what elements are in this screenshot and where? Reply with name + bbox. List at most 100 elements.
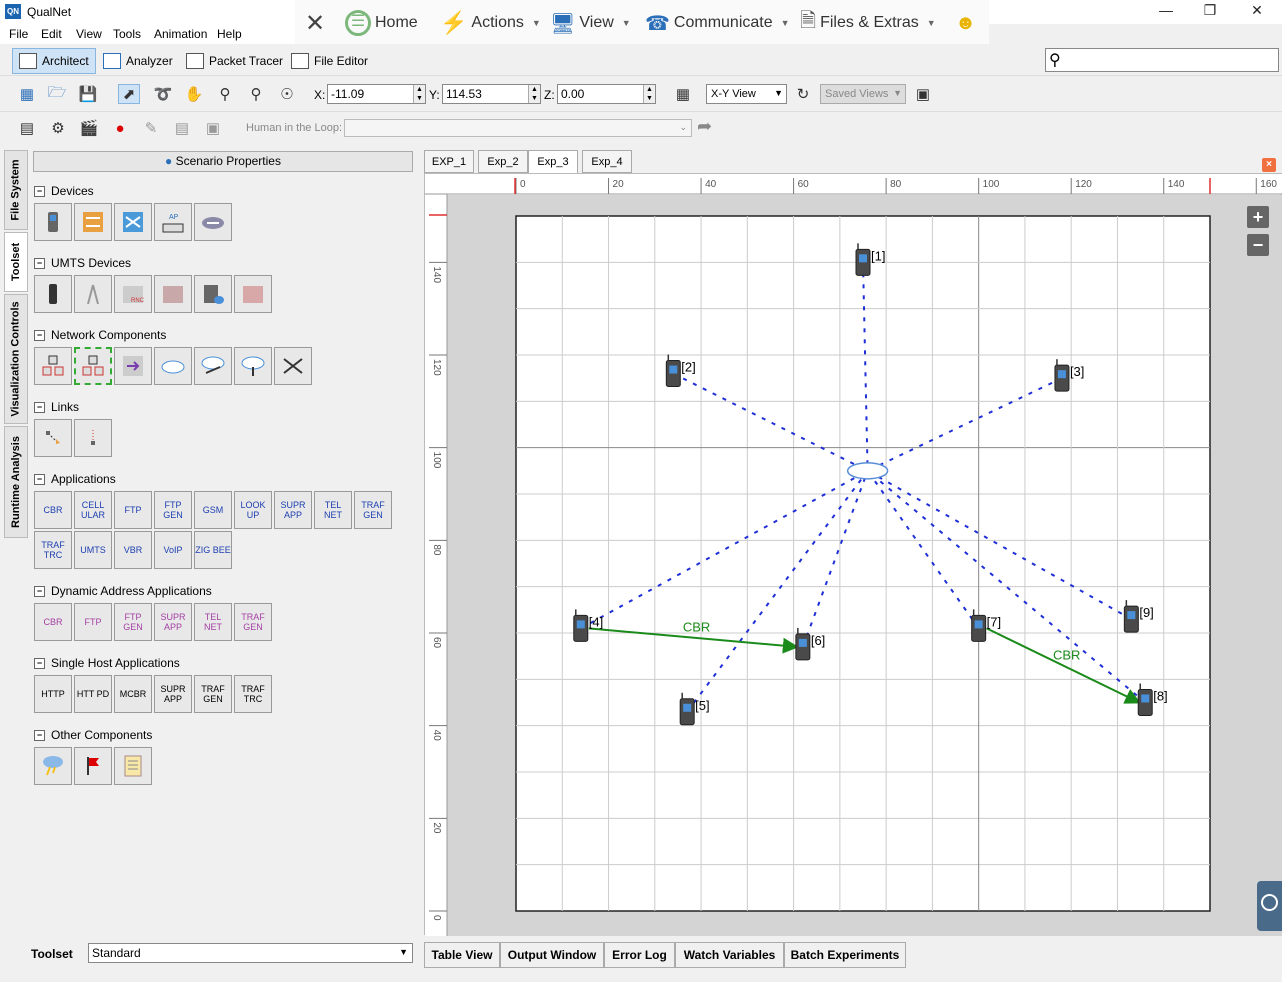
record-icon[interactable]: ● — [109, 118, 131, 138]
side-panel-toggle[interactable] — [1257, 881, 1282, 931]
y-coordinate-field[interactable]: 114.53 ▲ ▼ — [442, 84, 541, 104]
tab-output-window[interactable]: Output Window — [500, 942, 604, 968]
save-view-icon[interactable]: ▣ — [912, 84, 934, 104]
bar-chart-icon[interactable]: ▤ — [171, 118, 193, 138]
app-tool-look-up[interactable]: LOOK UP — [234, 491, 272, 529]
menu-help[interactable]: Help — [217, 27, 242, 41]
app-tool-cbr[interactable]: CBR — [34, 491, 72, 529]
select-pointer-icon[interactable]: ⬈ — [118, 84, 140, 104]
collapse-icon[interactable]: − — [34, 729, 45, 741]
app-tool-ftp-gen[interactable]: FTP GEN — [114, 603, 152, 641]
refresh-icon[interactable]: ↻ — [792, 84, 814, 104]
run-settings-icon[interactable]: ▤ — [16, 118, 38, 138]
analyzer-button[interactable]: Analyzer — [97, 48, 179, 74]
umts-ggsn-tool[interactable] — [234, 275, 272, 313]
app-tool-traf-gen[interactable]: TRAF GEN — [234, 603, 272, 641]
communicate-button[interactable]: ☎ Communicate ▼ — [645, 12, 790, 35]
flag-tool[interactable] — [74, 747, 112, 785]
home-button[interactable]: ☰ Home — [345, 10, 418, 36]
hierarchy-selected-tool[interactable] — [74, 347, 112, 385]
hub-device-tool[interactable] — [114, 203, 152, 241]
weather-tool[interactable] — [34, 747, 72, 785]
collapse-icon[interactable]: − — [34, 473, 45, 485]
app-tool-htt-pd[interactable]: HTT PD — [74, 675, 112, 713]
app-tool-http[interactable]: HTTP — [34, 675, 72, 713]
collapse-icon[interactable]: − — [34, 401, 45, 413]
umts-phone-tool[interactable] — [34, 275, 72, 313]
umts-hlr-tool[interactable] — [194, 275, 232, 313]
switch-device-tool[interactable] — [74, 203, 112, 241]
send-icon[interactable]: ➦ — [697, 116, 712, 137]
access-point-tool[interactable]: AP — [154, 203, 192, 241]
rotate-axis-icon[interactable]: ☉ — [276, 84, 298, 104]
section-links[interactable]: − Links — [34, 400, 79, 414]
app-tool-tel-net[interactable]: TEL NET — [314, 491, 352, 529]
gear-icon[interactable]: ⚙ — [47, 118, 69, 138]
edit-icon[interactable]: ✎ — [140, 118, 162, 138]
app-tool-cell-ular[interactable]: CELL ULAR — [74, 491, 112, 529]
collapse-icon[interactable]: − — [34, 585, 45, 597]
app-tool-supr-app[interactable]: SUPR APP — [274, 491, 312, 529]
section-devices[interactable]: − Devices — [34, 184, 94, 198]
menu-animation[interactable]: Animation — [154, 27, 207, 41]
human-in-the-loop-select[interactable]: ⌄ — [344, 119, 692, 137]
collapse-icon[interactable]: − — [34, 185, 45, 197]
umts-rnc-tool[interactable]: RNC — [114, 275, 152, 313]
close-x-icon[interactable]: ✕ — [305, 10, 325, 37]
app-tool-umts[interactable]: UMTS — [74, 531, 112, 569]
tab-visualization-controls[interactable]: Visualization Controls — [4, 294, 28, 424]
hierarchy-tool[interactable] — [34, 347, 72, 385]
spinner-icon[interactable]: ▲ ▼ — [413, 85, 425, 103]
close-icon[interactable]: ✕ — [1237, 2, 1277, 19]
app-tool-supr-app[interactable]: SUPR APP — [154, 603, 192, 641]
app-tool-vbr[interactable]: VBR — [114, 531, 152, 569]
app-tool-voip[interactable]: VoIP — [154, 531, 192, 569]
file-editor-button[interactable]: File Editor — [285, 48, 374, 74]
open-folder-icon[interactable]: 🗁 — [46, 84, 68, 104]
grid-settings-icon[interactable]: ▦ — [672, 84, 694, 104]
tab-file-system[interactable]: File System — [4, 150, 28, 230]
tab-watch-variables[interactable]: Watch Variables — [675, 942, 784, 968]
app-tool-ftp[interactable]: FTP — [74, 603, 112, 641]
menu-file[interactable]: File — [9, 27, 28, 41]
app-tool-zig-bee[interactable]: ZIG BEE — [194, 531, 232, 569]
app-tool-traf-gen[interactable]: TRAF GEN — [194, 675, 232, 713]
collapse-icon[interactable]: − — [34, 657, 45, 669]
scenario-properties-button[interactable]: ● Scenario Properties — [33, 151, 413, 172]
smiley-icon[interactable]: ☻ — [955, 12, 976, 34]
clapperboard-icon[interactable]: 🎬 — [78, 118, 100, 138]
tab-batch-experiments[interactable]: Batch Experiments — [784, 942, 906, 968]
z-coordinate-field[interactable]: 0.00 ▲ ▼ — [557, 84, 656, 104]
app-tool-traf-gen[interactable]: TRAF GEN — [354, 491, 392, 529]
app-tool-tel-net[interactable]: TEL NET — [194, 603, 232, 641]
tab-runtime-analysis[interactable]: Runtime Analysis — [4, 426, 28, 538]
satellite-cloud-tool[interactable] — [194, 347, 232, 385]
zoom-icon[interactable]: ⚲ — [214, 84, 236, 104]
tab-error-log[interactable]: Error Log — [604, 942, 675, 968]
section-applications[interactable]: − Applications — [34, 472, 116, 486]
restore-icon[interactable]: ❐ — [1190, 2, 1230, 19]
x-coordinate-field[interactable]: -11.09 ▲ ▼ — [327, 84, 426, 104]
tab-exp-3[interactable]: Exp_3 — [528, 150, 578, 174]
section-single-host-applications[interactable]: − Single Host Applications — [34, 656, 180, 670]
wireless-cloud-tool[interactable] — [234, 347, 272, 385]
architect-button[interactable]: Architect — [12, 48, 96, 74]
tab-toolset[interactable]: Toolset — [4, 232, 28, 292]
spinner-icon[interactable]: ▲ ▼ — [643, 85, 655, 103]
menu-tools[interactable]: Tools — [113, 27, 141, 41]
arrow-box-tool[interactable] — [114, 347, 152, 385]
collapse-icon[interactable]: − — [34, 329, 45, 341]
app-tool-mcbr[interactable]: MCBR — [114, 675, 152, 713]
satellite-tool[interactable] — [274, 347, 312, 385]
app-tool-cbr[interactable]: CBR — [34, 603, 72, 641]
cloud-tool[interactable] — [154, 347, 192, 385]
zoom-area-icon[interactable]: ⚲ — [245, 84, 267, 104]
section-network-components[interactable]: − Network Components — [34, 328, 166, 342]
tab-exp-1[interactable]: EXP_1 — [424, 150, 474, 173]
umts-tower-tool[interactable] — [74, 275, 112, 313]
umts-sgsn-tool[interactable] — [154, 275, 192, 313]
tab-exp-2[interactable]: Exp_2 — [478, 150, 528, 173]
note-tool[interactable] — [114, 747, 152, 785]
app-tool-ftp-gen[interactable]: FTP GEN — [154, 491, 192, 529]
packet-tracer-button[interactable]: Packet Tracer — [180, 48, 289, 74]
